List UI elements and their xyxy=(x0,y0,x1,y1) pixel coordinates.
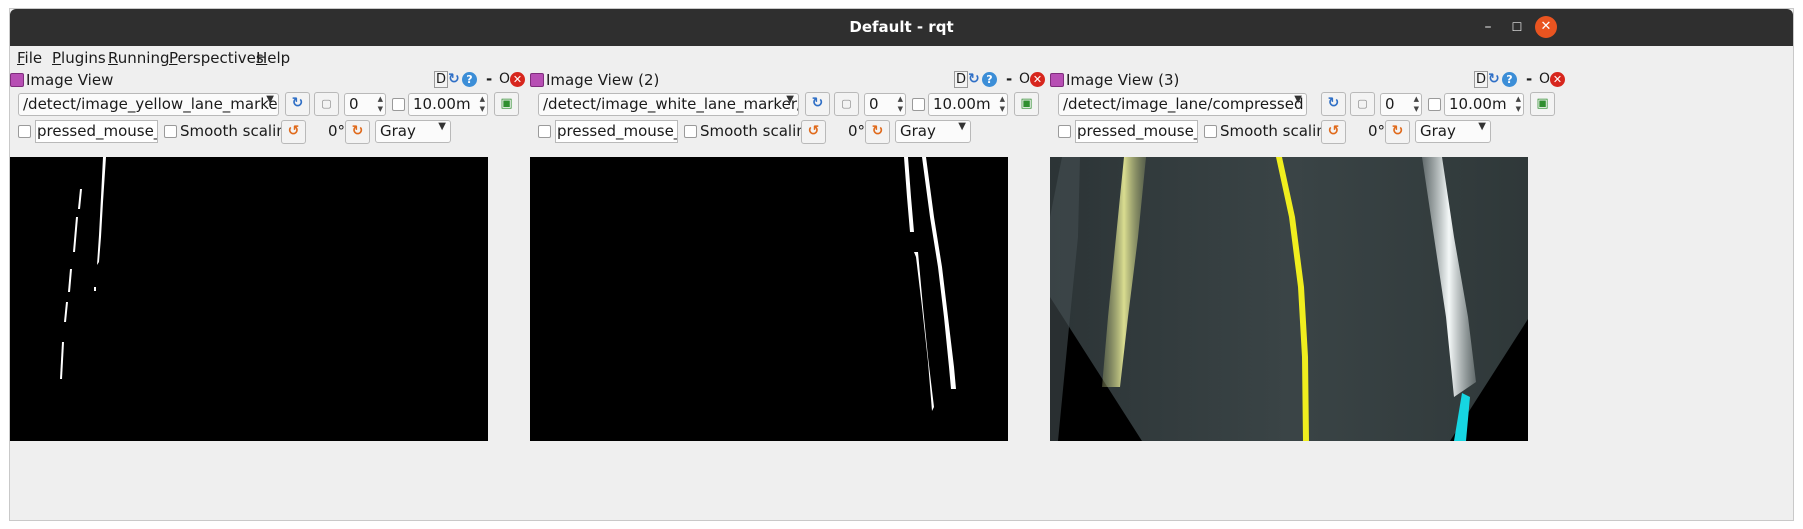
panel-title-bar[interactable]: Image View (3) D ↻ ? - O ✕ xyxy=(1050,70,1568,91)
chevron-down-icon: ▼ xyxy=(266,94,274,105)
mouse-topic-field[interactable]: pressed_mouse_left xyxy=(35,120,158,143)
topic-combo[interactable]: /detect/image_white_lane_marker/comp▼ xyxy=(538,93,799,116)
image-view-panel-3: Image View (3) D ↻ ? - O ✕ /detect/image… xyxy=(1050,70,1568,521)
reload-icon[interactable]: ↻ xyxy=(1488,71,1503,88)
rqt-window: Default - rqt – ☐ ✕ File Plugins Running… xyxy=(9,8,1794,521)
smooth-scaling-checkbox[interactable] xyxy=(1204,125,1217,138)
topic-combo[interactable]: /detect/image_lane/compressed ▼ xyxy=(1058,93,1307,116)
maximize-icon[interactable]: ☐ xyxy=(1506,16,1528,38)
mouse-topic-field[interactable]: pressed_mouse_left xyxy=(555,120,678,143)
minimize-icon[interactable]: – xyxy=(1477,16,1499,38)
color-scheme-combo[interactable]: Gray ▼ xyxy=(375,120,451,143)
chevron-down-icon: ▼ xyxy=(786,94,794,105)
reload-icon[interactable]: ↻ xyxy=(448,71,463,88)
timeout-spinbox[interactable]: 10.00m ▲ ▼ xyxy=(928,93,1008,116)
save-image-button[interactable]: ▣ xyxy=(1530,92,1555,116)
refresh-topics-button[interactable]: ↻ xyxy=(285,92,310,116)
plugin-icon xyxy=(530,73,544,87)
zoom-button[interactable]: ▢ xyxy=(1350,92,1375,116)
color-scheme-combo[interactable]: Gray ▼ xyxy=(1415,120,1491,143)
rotate-left-button[interactable]: ↺ xyxy=(801,120,826,144)
panel-title: Image View (2) xyxy=(546,71,660,89)
menu-perspectives[interactable]: Perspectives xyxy=(169,49,264,67)
save-image-button[interactable]: ▣ xyxy=(1014,92,1039,116)
help-icon[interactable]: ? xyxy=(1502,72,1517,87)
dynamic-range-checkbox[interactable] xyxy=(392,98,405,111)
zoom-button[interactable]: ▢ xyxy=(834,92,859,116)
publish-click-checkbox[interactable] xyxy=(1058,125,1071,138)
rotation-label: 0° xyxy=(1368,122,1386,140)
frame-spinbox[interactable]: 0 ▲ ▼ xyxy=(1380,93,1422,116)
menu-running[interactable]: Running xyxy=(108,49,169,67)
image-view-panel-2: Image View (2) D ↻ ? - O ✕ /detect/image… xyxy=(530,70,1048,521)
help-icon[interactable]: ? xyxy=(982,72,997,87)
yellow-lane-mask-image xyxy=(10,157,488,441)
save-image-button[interactable]: ▣ xyxy=(494,92,519,116)
white-lane-mask-image xyxy=(530,157,1008,441)
menu-bar: File Plugins Running Perspectives Help xyxy=(10,46,1793,68)
dynamic-range-checkbox[interactable] xyxy=(1428,98,1441,111)
smooth-scaling-label: Smooth scaling xyxy=(180,122,296,140)
rotate-right-button[interactable]: ↻ xyxy=(345,120,370,144)
reload-icon[interactable]: ↻ xyxy=(968,71,983,88)
rotation-label: 0° xyxy=(848,122,866,140)
smooth-scaling-checkbox[interactable] xyxy=(164,125,177,138)
topic-combo[interactable]: /detect/image_yellow_lane_marker/com▼ xyxy=(18,93,279,116)
zoom-button[interactable]: ▢ xyxy=(314,92,339,116)
panel-title: Image View xyxy=(26,71,114,89)
close-panel-icon[interactable]: ✕ xyxy=(510,72,525,87)
chevron-down-icon: ▼ xyxy=(1294,94,1302,105)
publish-click-checkbox[interactable] xyxy=(538,125,551,138)
smooth-scaling-label: Smooth scaling xyxy=(1220,122,1336,140)
image-display[interactable] xyxy=(1050,157,1528,441)
refresh-topics-button[interactable]: ↻ xyxy=(1321,92,1346,116)
lane-detection-image xyxy=(1050,157,1528,441)
minimize-dock-button[interactable]: - xyxy=(1006,70,1012,88)
float-dock-button[interactable]: O xyxy=(1019,71,1030,87)
chevron-down-icon: ▼ xyxy=(1478,121,1486,132)
debug-button[interactable]: D xyxy=(954,71,968,88)
panel-title: Image View (3) xyxy=(1066,71,1180,89)
timeout-spinbox[interactable]: 10.00m ▲ ▼ xyxy=(1444,93,1524,116)
plugin-icon xyxy=(1050,73,1064,87)
smooth-scaling-label: Smooth scaling xyxy=(700,122,816,140)
timeout-spinbox[interactable]: 10.00m ▲ ▼ xyxy=(408,93,488,116)
menu-plugins[interactable]: Plugins xyxy=(52,49,106,67)
smooth-scaling-checkbox[interactable] xyxy=(684,125,697,138)
chevron-down-icon: ▼ xyxy=(438,121,446,132)
menu-file[interactable]: File xyxy=(17,49,42,67)
minimize-dock-button[interactable]: - xyxy=(486,70,492,88)
rotate-left-button[interactable]: ↺ xyxy=(281,120,306,144)
rotate-left-button[interactable]: ↺ xyxy=(1321,120,1346,144)
mouse-topic-field[interactable]: pressed_mouse_left xyxy=(1075,120,1198,143)
rotate-right-button[interactable]: ↻ xyxy=(1385,120,1410,144)
debug-button[interactable]: D xyxy=(1474,71,1488,88)
close-panel-icon[interactable]: ✕ xyxy=(1550,72,1565,87)
close-panel-icon[interactable]: ✕ xyxy=(1030,72,1045,87)
image-display[interactable] xyxy=(10,157,488,441)
rotation-label: 0° xyxy=(328,122,346,140)
float-dock-button[interactable]: O xyxy=(1539,71,1550,87)
color-scheme-combo[interactable]: Gray ▼ xyxy=(895,120,971,143)
dynamic-range-checkbox[interactable] xyxy=(912,98,925,111)
help-icon[interactable]: ? xyxy=(462,72,477,87)
chevron-down-icon: ▼ xyxy=(958,121,966,132)
close-icon[interactable]: ✕ xyxy=(1535,16,1557,38)
plugin-icon xyxy=(10,73,24,87)
panel-title-bar[interactable]: Image View D ↻ ? - O ✕ xyxy=(10,70,528,91)
image-display[interactable] xyxy=(530,157,1008,441)
frame-spinbox[interactable]: 0 ▲ ▼ xyxy=(344,93,386,116)
minimize-dock-button[interactable]: - xyxy=(1526,70,1532,88)
panel-title-bar[interactable]: Image View (2) D ↻ ? - O ✕ xyxy=(530,70,1048,91)
float-dock-button[interactable]: O xyxy=(499,71,510,87)
publish-click-checkbox[interactable] xyxy=(18,125,31,138)
refresh-topics-button[interactable]: ↻ xyxy=(805,92,830,116)
menu-help[interactable]: Help xyxy=(256,49,290,67)
frame-spinbox[interactable]: 0 ▲ ▼ xyxy=(864,93,906,116)
image-view-panel-1: Image View D ↻ ? - O ✕ /detect/image_yel… xyxy=(10,70,528,521)
rotate-right-button[interactable]: ↻ xyxy=(865,120,890,144)
title-bar[interactable]: Default - rqt – ☐ ✕ xyxy=(10,9,1793,46)
debug-button[interactable]: D xyxy=(434,71,448,88)
